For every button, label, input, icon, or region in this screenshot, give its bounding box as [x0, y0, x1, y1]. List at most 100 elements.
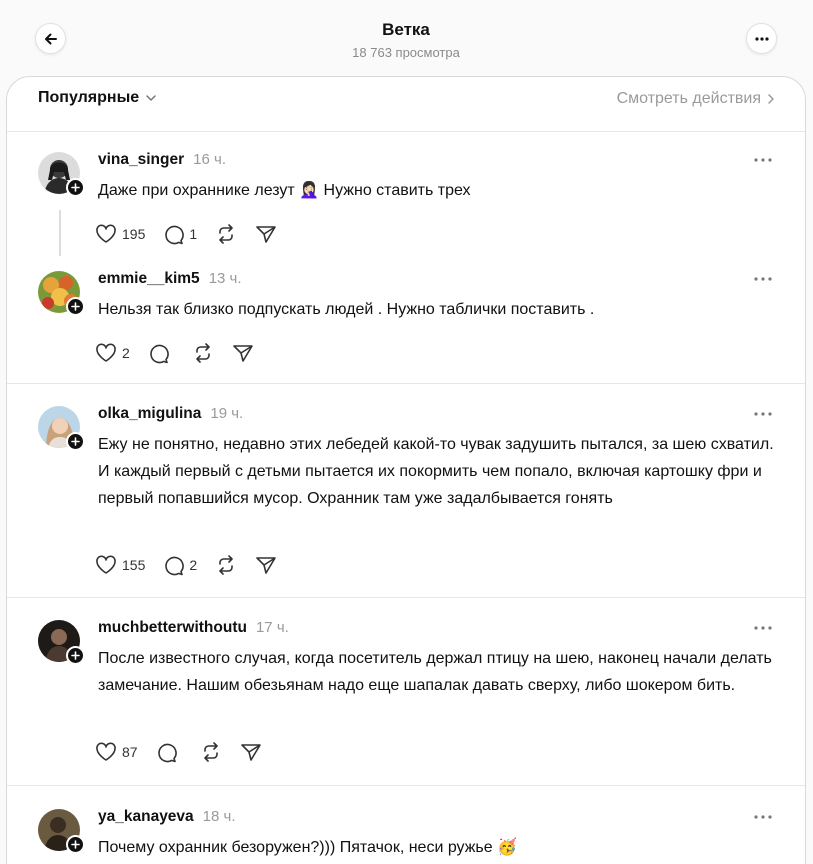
post-options-button[interactable]	[752, 407, 774, 421]
reply-button[interactable]: 1	[163, 221, 197, 247]
view-activity-link[interactable]: Смотреть действия	[617, 90, 775, 108]
like-button[interactable]: 195	[95, 221, 145, 247]
avatar[interactable]	[38, 406, 85, 451]
reply-button[interactable]	[148, 340, 174, 366]
more-horizontal-icon	[754, 815, 772, 819]
thread-line	[59, 210, 61, 256]
send-icon	[256, 557, 276, 574]
post-actions: 87	[95, 739, 280, 765]
more-horizontal-icon	[754, 277, 772, 281]
share-button[interactable]	[240, 739, 262, 765]
avatar[interactable]	[38, 271, 85, 316]
post-meta: emmie__kim5 13 ч.	[98, 270, 242, 288]
repost-icon	[195, 343, 210, 363]
activity-label: Смотреть действия	[616, 90, 761, 107]
post-options-button[interactable]	[752, 153, 774, 167]
username[interactable]: vina_singer	[98, 151, 184, 169]
more-horizontal-icon	[754, 626, 772, 630]
heart-icon	[96, 742, 116, 761]
share-button[interactable]	[232, 340, 254, 366]
replies-toolbar: Популярные Смотреть действия	[7, 77, 805, 132]
follow-button[interactable]	[66, 178, 85, 197]
repost-button[interactable]	[192, 340, 214, 366]
username[interactable]: emmie__kim5	[98, 270, 200, 288]
top-bar: Ветка 18 763 просмотра	[0, 0, 813, 76]
thread-options-button[interactable]	[746, 23, 777, 54]
timestamp: 16 ч.	[193, 151, 226, 168]
post-meta: muchbetterwithoutu 17 ч.	[98, 619, 289, 637]
follow-button[interactable]	[66, 432, 85, 451]
repost-icon	[219, 224, 233, 244]
comment-icon	[165, 225, 185, 244]
avatar[interactable]	[38, 152, 85, 197]
plus-icon	[71, 302, 80, 311]
comment-icon	[165, 556, 185, 575]
repost-icon	[203, 742, 218, 762]
arrow-left-icon	[44, 33, 57, 44]
follow-button[interactable]	[66, 646, 85, 665]
timestamp: 13 ч.	[208, 270, 242, 287]
heart-icon	[96, 343, 116, 362]
follow-button[interactable]	[66, 297, 85, 316]
avatar[interactable]	[38, 620, 85, 665]
sort-dropdown[interactable]: Популярные	[38, 89, 157, 107]
timestamp: 17 ч.	[255, 619, 289, 636]
post-text: Почему охранник безоружен?))) Пятачок, н…	[98, 839, 518, 856]
divider	[7, 785, 805, 786]
like-button[interactable]: 87	[95, 739, 138, 765]
more-horizontal-icon	[754, 412, 772, 416]
back-button[interactable]	[35, 23, 66, 54]
share-button[interactable]	[255, 552, 277, 578]
post-meta: vina_singer 16 ч.	[98, 151, 226, 169]
more-horizontal-icon	[754, 158, 772, 162]
thread-title-block: Ветка 18 763 просмотра	[256, 20, 556, 60]
reply-count: 1	[189, 226, 198, 242]
username[interactable]: ya_kanayeva	[98, 808, 194, 826]
plus-icon	[71, 183, 80, 192]
more-horizontal-icon	[754, 36, 769, 41]
comment-icon	[157, 743, 177, 762]
username[interactable]: muchbetterwithoutu	[98, 619, 247, 637]
like-button[interactable]: 155	[95, 552, 145, 578]
timestamp: 19 ч.	[210, 405, 244, 422]
post-text: Даже при охраннике лезут 🤦🏻‍♀️ Нужно ста…	[98, 182, 471, 199]
plus-icon	[71, 840, 80, 849]
repost-icon	[219, 555, 233, 575]
post-text: Нельзя так близко подпускать людей . Нуж…	[98, 301, 595, 318]
send-icon	[256, 226, 276, 243]
divider	[7, 383, 805, 384]
reply-count: 2	[189, 557, 198, 573]
post-options-button[interactable]	[752, 272, 774, 286]
avatar[interactable]	[38, 809, 85, 854]
like-count: 155	[122, 557, 146, 573]
post-actions: 2	[95, 340, 272, 366]
plus-icon	[71, 651, 80, 660]
post-options-button[interactable]	[752, 621, 774, 635]
repost-button[interactable]	[215, 552, 237, 578]
sort-label: Популярные	[38, 89, 140, 106]
page-title: Ветка	[382, 20, 430, 39]
reply-button[interactable]	[156, 739, 182, 765]
thread-card: Популярные Смотреть действия vina_singer…	[6, 76, 806, 864]
post-text: Ежу не понятно, недавно этих лебедей как…	[98, 436, 774, 507]
plus-icon	[71, 437, 80, 446]
like-count: 195	[122, 226, 146, 242]
follow-button[interactable]	[66, 835, 85, 854]
post-actions: 155 2	[95, 552, 295, 578]
send-icon	[232, 345, 253, 362]
reply-button[interactable]: 2	[163, 552, 197, 578]
repost-button[interactable]	[215, 221, 237, 247]
heart-icon	[96, 555, 116, 574]
post-meta: ya_kanayeva 18 ч.	[98, 808, 236, 826]
repost-button[interactable]	[200, 739, 222, 765]
username[interactable]: olka_migulina	[98, 405, 201, 423]
like-button[interactable]: 2	[95, 340, 130, 366]
heart-icon	[96, 224, 116, 243]
comment-icon	[150, 344, 169, 363]
post-text: После известного случая, когда посетител…	[98, 650, 772, 694]
like-count: 87	[122, 744, 138, 760]
like-count: 2	[122, 345, 130, 361]
view-count: 18 763 просмотра	[352, 45, 460, 60]
share-button[interactable]	[255, 221, 277, 247]
post-options-button[interactable]	[752, 810, 774, 824]
